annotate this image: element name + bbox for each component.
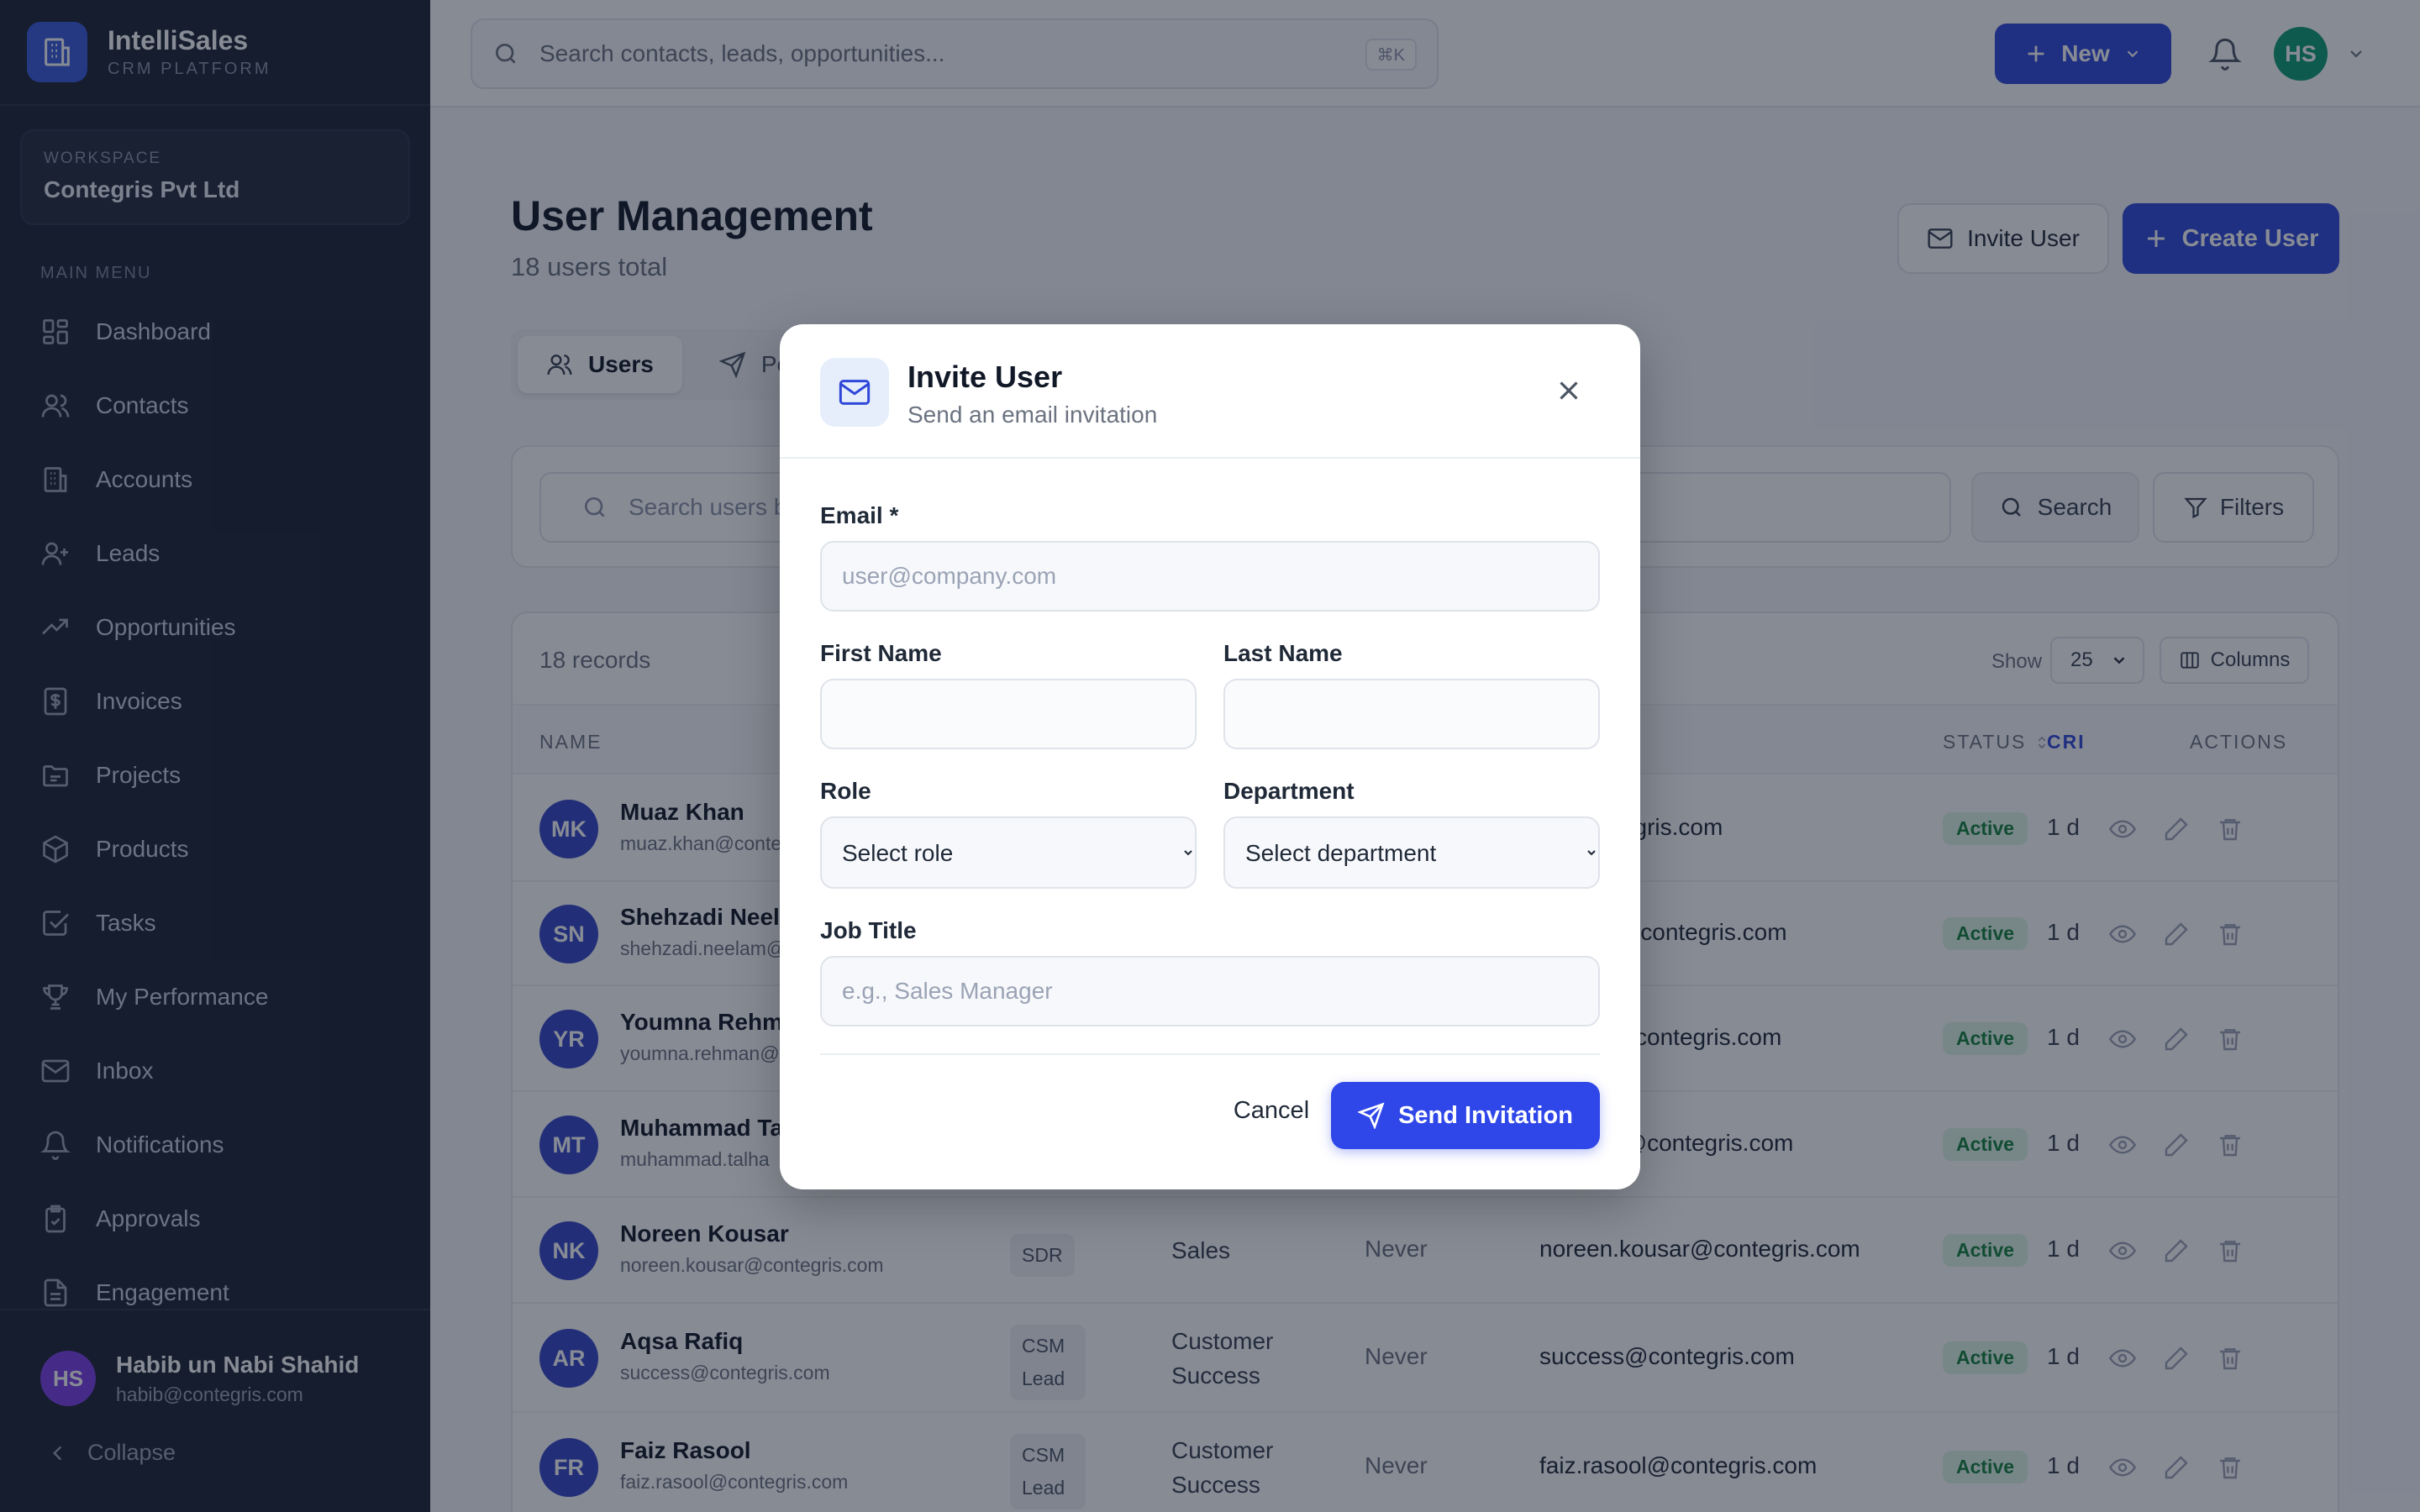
first-name-field[interactable]: [820, 679, 1197, 749]
modal-title: Invite User: [908, 360, 1063, 394]
department-select[interactable]: Select department: [1223, 816, 1600, 889]
modal-divider: [820, 1053, 1600, 1055]
role-label: Role: [820, 778, 871, 804]
first-name-label: First Name: [820, 640, 942, 666]
modal-subtitle: Send an email invitation: [908, 402, 1158, 428]
modal-header: Invite User Send an email invitation: [780, 324, 1640, 459]
cancel-button[interactable]: Cancel: [1200, 1077, 1343, 1144]
job-title-label: Job Title: [820, 917, 917, 943]
last-name-label: Last Name: [1223, 640, 1343, 666]
send-invitation-label: Send Invitation: [1398, 1101, 1573, 1129]
send-invitation-button[interactable]: Send Invitation: [1331, 1082, 1600, 1149]
close-icon[interactable]: [1553, 375, 1585, 407]
email-label: Email *: [820, 502, 899, 528]
department-label: Department: [1223, 778, 1355, 804]
role-select[interactable]: Select role: [820, 816, 1197, 889]
invite-user-modal: Invite User Send an email invitation Ema…: [780, 324, 1640, 1189]
job-title-field[interactable]: [820, 956, 1600, 1026]
mail-icon: [820, 358, 889, 427]
last-name-field[interactable]: [1223, 679, 1600, 749]
send-icon: [1358, 1102, 1385, 1129]
email-field[interactable]: [820, 541, 1600, 612]
